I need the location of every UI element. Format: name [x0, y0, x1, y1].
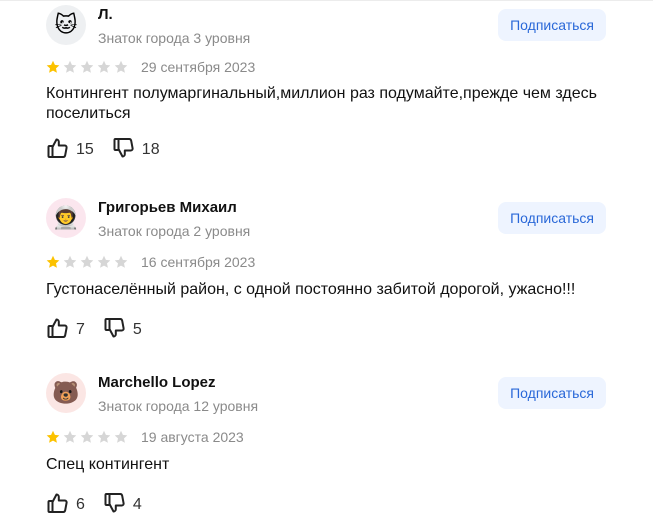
thumbs-down-icon — [103, 491, 127, 520]
dislike-button[interactable]: 18 — [112, 136, 160, 165]
review-text: Контингент полумаргинальный,миллион раз … — [46, 85, 597, 122]
star-filled-icon — [46, 60, 60, 73]
like-count: 6 — [76, 496, 85, 513]
thumbs-up-icon — [46, 316, 70, 345]
review-actions: 6 4 — [46, 491, 606, 530]
dislike-button[interactable]: 5 — [103, 316, 142, 345]
rating-stars — [46, 430, 128, 444]
subscribe-button[interactable]: Подписаться — [498, 202, 606, 234]
star-empty-icon — [80, 255, 94, 268]
star-empty-icon — [97, 255, 111, 268]
review-meta: 29 сентября 2023 — [46, 57, 606, 77]
review-card: 🐻 Marchello Lopez Знаток города 12 уровн… — [46, 373, 606, 530]
author-name[interactable]: Л. — [98, 6, 113, 23]
dislike-count: 4 — [132, 496, 142, 513]
star-empty-icon — [97, 430, 111, 443]
star-empty-icon — [114, 430, 128, 443]
star-empty-icon — [114, 255, 128, 268]
review-author: 🐱 Л. Знаток города 3 уровня Подписаться — [46, 5, 606, 49]
review-card: 👨‍🚀 Григорьев Михаил Знаток города 2 уро… — [46, 198, 606, 355]
review-author: 👨‍🚀 Григорьев Михаил Знаток города 2 уро… — [46, 198, 606, 242]
review-author: 🐻 Marchello Lopez Знаток города 12 уровн… — [46, 373, 606, 417]
review-meta: 19 августа 2023 — [46, 427, 606, 447]
star-empty-icon — [63, 60, 77, 73]
author-level: Знаток города 12 уровня — [98, 398, 259, 414]
author-name[interactable]: Marchello Lopez — [98, 374, 216, 391]
star-empty-icon — [80, 60, 94, 73]
rating-stars — [46, 60, 128, 74]
review-date: 19 августа 2023 — [141, 429, 244, 445]
like-button[interactable]: 15 — [46, 136, 94, 165]
like-button[interactable]: 6 — [46, 491, 85, 520]
like-count: 15 — [76, 141, 94, 158]
like-button[interactable]: 7 — [46, 316, 85, 345]
top-divider — [0, 0, 653, 1]
rating-stars — [46, 255, 128, 269]
star-empty-icon — [97, 60, 111, 73]
subscribe-button[interactable]: Подписаться — [498, 9, 606, 41]
thumbs-up-icon — [46, 491, 70, 520]
avatar[interactable]: 🐻 — [46, 373, 86, 413]
review-text: Спец контингент — [46, 456, 170, 473]
dislike-count: 5 — [132, 321, 142, 338]
star-filled-icon — [46, 430, 60, 443]
review-actions: 15 18 — [46, 136, 606, 175]
subscribe-button[interactable]: Подписаться — [498, 377, 606, 409]
thumbs-down-icon — [112, 136, 136, 165]
review-text: Густонаселённый район, с одной постоянно… — [46, 281, 576, 298]
dislike-button[interactable]: 4 — [103, 491, 142, 520]
star-empty-icon — [114, 60, 128, 73]
review-date: 29 сентября 2023 — [141, 59, 256, 75]
review-meta: 16 сентября 2023 — [46, 252, 606, 272]
author-level: Знаток города 3 уровня — [98, 30, 251, 46]
author-name[interactable]: Григорьев Михаил — [98, 199, 237, 216]
review-date: 16 сентября 2023 — [141, 254, 256, 270]
like-count: 7 — [76, 321, 85, 338]
review-card: 🐱 Л. Знаток города 3 уровня Подписаться … — [46, 5, 606, 175]
star-empty-icon — [80, 430, 94, 443]
author-level: Знаток города 2 уровня — [98, 223, 251, 239]
star-empty-icon — [63, 255, 77, 268]
star-filled-icon — [46, 255, 60, 268]
thumbs-up-icon — [46, 136, 70, 165]
review-actions: 7 5 — [46, 316, 606, 355]
star-empty-icon — [63, 430, 77, 443]
dislike-count: 18 — [141, 141, 160, 158]
avatar[interactable]: 🐱 — [46, 5, 86, 45]
avatar[interactable]: 👨‍🚀 — [46, 198, 86, 238]
thumbs-down-icon — [103, 316, 127, 345]
